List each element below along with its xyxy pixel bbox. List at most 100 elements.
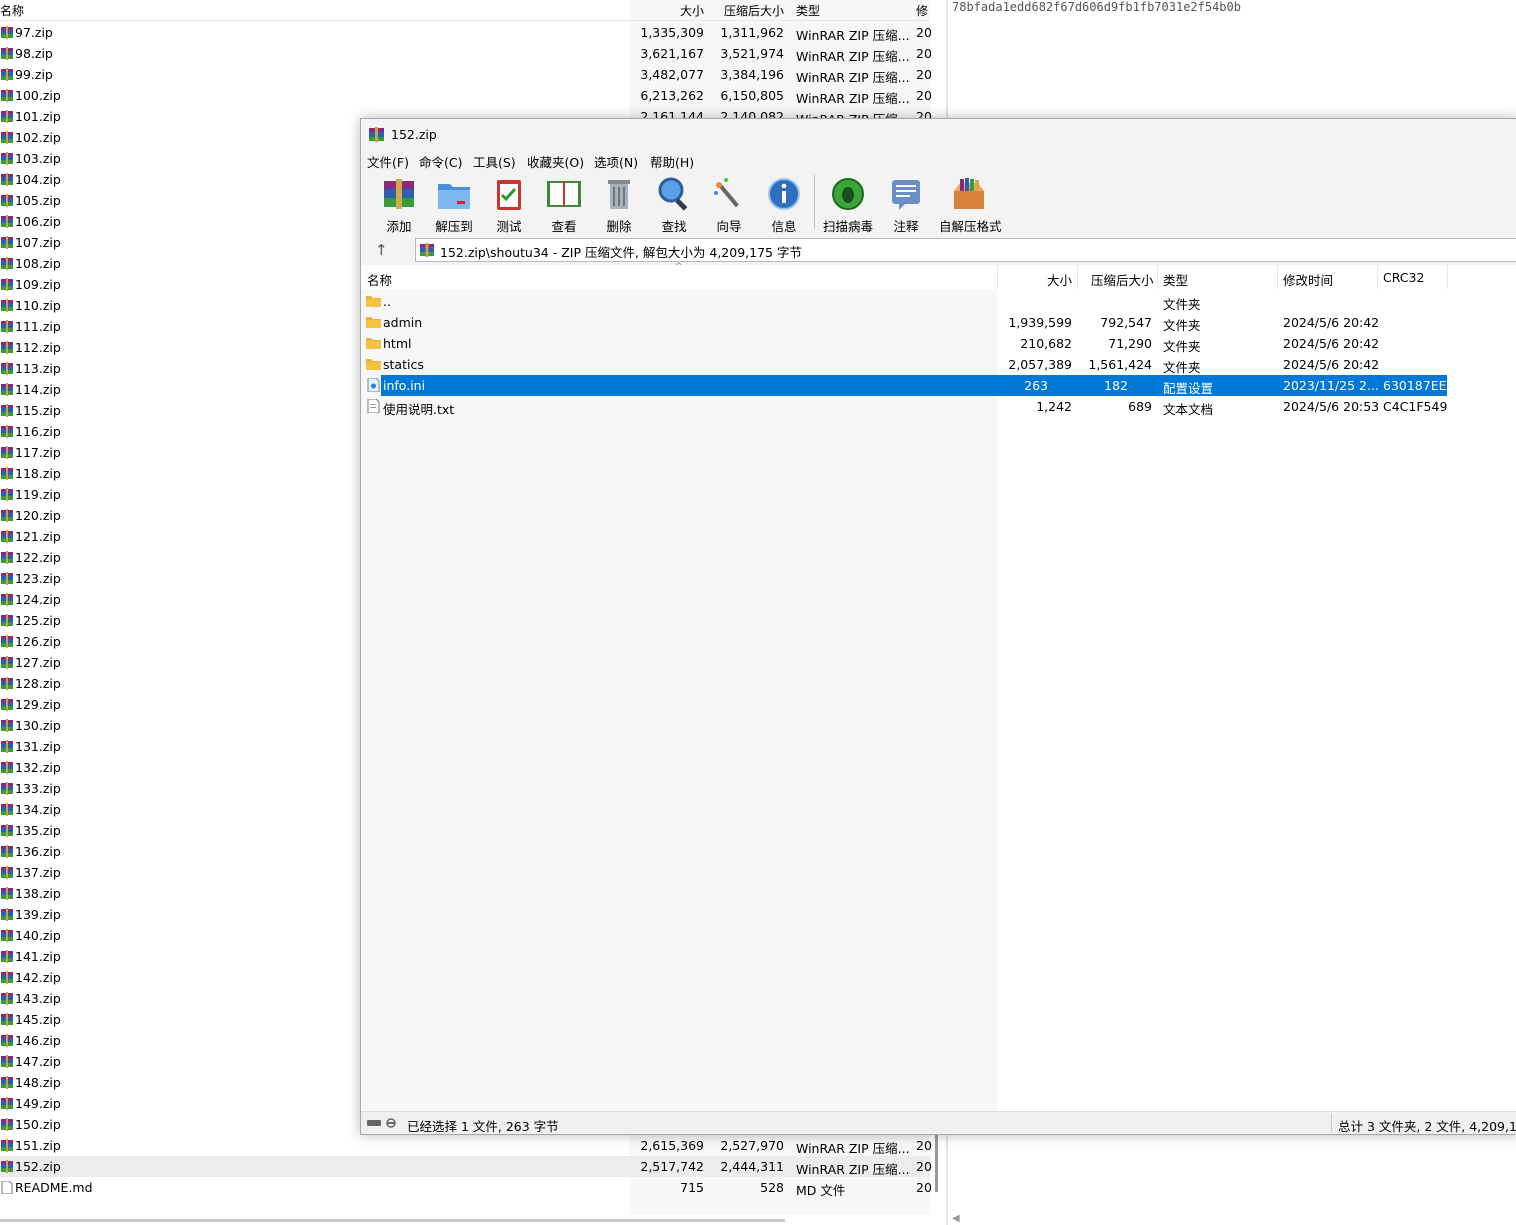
background-file-modified: 20 bbox=[916, 25, 932, 40]
background-file-packed: 528 bbox=[760, 1180, 784, 1195]
file-packed-size: 71,290 bbox=[1108, 336, 1152, 351]
sort-ascending-icon: ^ bbox=[675, 262, 683, 272]
winrar-archive-icon bbox=[1, 572, 13, 585]
table-row[interactable]: html 210,682 71,290 文件夹 2024/5/6 20:42 bbox=[361, 333, 1449, 354]
scroll-left-arrow-icon[interactable]: ◀ bbox=[952, 1213, 960, 1224]
test-label: 测试 bbox=[496, 219, 522, 234]
col-modified[interactable]: 修改时间 bbox=[1283, 270, 1333, 289]
winrar-archive-icon bbox=[1, 509, 13, 522]
background-file-name: 97.zip bbox=[15, 25, 53, 40]
background-file-name: 123.zip bbox=[15, 571, 61, 586]
file-packed-size: 182 bbox=[1104, 378, 1128, 393]
view-button[interactable]: 查看 bbox=[534, 173, 594, 234]
background-file-name: 107.zip bbox=[15, 235, 61, 250]
background-file-name: 125.zip bbox=[15, 613, 61, 628]
delete-button[interactable]: 删除 bbox=[589, 173, 649, 234]
file-crc32: C4C1F549 bbox=[1383, 399, 1448, 414]
background-file-name: 150.zip bbox=[15, 1117, 61, 1132]
winrar-archive-icon bbox=[1, 278, 13, 291]
background-file-name: 104.zip bbox=[15, 172, 61, 187]
background-file-name: 136.zip bbox=[15, 844, 61, 859]
sfx-label: 自解压格式 bbox=[939, 219, 1002, 234]
find-button[interactable]: 查找 bbox=[644, 173, 704, 234]
background-row[interactable]: 98.zip 3,621,167 3,521,974 WinRAR ZIP 压缩...… bbox=[0, 43, 932, 64]
table-row[interactable]: statics 2,057,389 1,561,424 文件夹 2024/5/6 20:… bbox=[361, 354, 1449, 375]
background-file-name: 115.zip bbox=[15, 403, 61, 418]
extract-button[interactable]: 解压到 bbox=[424, 173, 484, 234]
address-bar: ↑ 152.zip\shoutu34 - ZIP 压缩文件, 解包大小为 4,2… bbox=[361, 235, 1516, 265]
col-size[interactable]: 大小 bbox=[1047, 270, 1072, 289]
bg-col-type[interactable]: 类型 bbox=[796, 2, 820, 19]
background-file-name: 127.zip bbox=[15, 655, 61, 670]
file-modified: 2024/5/6 20:42 bbox=[1283, 336, 1380, 351]
table-row[interactable]: admin 1,939,599 792,547 文件夹 2024/5/6 20:42 bbox=[361, 312, 1449, 333]
background-row[interactable]: 99.zip 3,482,077 3,384,196 WinRAR ZIP 压缩...… bbox=[0, 64, 932, 85]
winrar-archive-icon bbox=[1, 824, 13, 837]
background-row[interactable]: 152.zip 2,517,742 2,444,311 WinRAR ZIP 压缩..… bbox=[0, 1156, 932, 1177]
sfx-button[interactable]: 自解压格式 bbox=[939, 173, 1002, 234]
background-file-name: 130.zip bbox=[15, 718, 61, 733]
background-file-name: 113.zip bbox=[15, 361, 61, 376]
background-row[interactable]: README.md 715 528 MD 文件 20 bbox=[0, 1177, 932, 1198]
background-file-packed: 1,311,962 bbox=[720, 25, 784, 40]
add-label: 添加 bbox=[386, 219, 412, 234]
winrar-archive-icon bbox=[1, 593, 13, 606]
background-file-name: 142.zip bbox=[15, 970, 61, 985]
bg-col-modified[interactable]: 修 bbox=[916, 2, 928, 19]
background-vertical-scrollbar[interactable] bbox=[935, 1130, 938, 1192]
background-file-name: 147.zip bbox=[15, 1054, 61, 1069]
background-file-name: 117.zip bbox=[15, 445, 61, 460]
folder-icon bbox=[366, 338, 381, 349]
background-row[interactable]: 151.zip 2,615,369 2,527,970 WinRAR ZIP 压缩..… bbox=[0, 1135, 932, 1156]
table-row[interactable]: info.ini 263 182 配置设置 2023/11/25 2... 630187E… bbox=[367, 375, 1447, 396]
col-name[interactable]: 名称 bbox=[367, 270, 392, 289]
background-file-name: 102.zip bbox=[15, 130, 61, 145]
delete-trash-icon bbox=[608, 180, 630, 209]
up-arrow-icon[interactable]: ↑ bbox=[375, 241, 388, 259]
background-file-modified: 20 bbox=[916, 1180, 932, 1195]
bg-col-packed[interactable]: 压缩后大小 bbox=[724, 2, 784, 19]
view-label: 查看 bbox=[551, 219, 577, 234]
background-file-name: 110.zip bbox=[15, 298, 61, 313]
winrar-archive-icon bbox=[1, 257, 13, 270]
col-crc32[interactable]: CRC32 bbox=[1383, 270, 1424, 285]
background-file-modified: 20 bbox=[916, 46, 932, 61]
header-divider bbox=[1377, 265, 1378, 289]
wizard-button[interactable]: 向导 bbox=[699, 173, 759, 234]
file-list: .. 文件夹 admin 1,939,599 792,547 文件夹 2024/5/6 20… bbox=[361, 289, 1516, 1111]
file-name: statics bbox=[383, 357, 424, 372]
background-row[interactable]: 97.zip 1,335,309 1,311,962 WinRAR ZIP 压缩...… bbox=[0, 22, 932, 43]
add-button[interactable]: 添加 bbox=[369, 173, 429, 234]
background-horizontal-scrollbar[interactable] bbox=[0, 1219, 785, 1222]
winrar-archive-icon bbox=[1, 362, 13, 375]
test-button[interactable]: 测试 bbox=[479, 173, 539, 234]
background-file-type: MD 文件 bbox=[796, 1183, 846, 1198]
table-row[interactable]: 使用说明.txt 1,242 689 文本文档 2024/5/6 20:53 C4C1F5… bbox=[361, 396, 1449, 417]
winrar-archive-icon bbox=[1, 488, 13, 501]
background-file-name: 124.zip bbox=[15, 592, 61, 607]
address-field[interactable]: 152.zip\shoutu34 - ZIP 压缩文件, 解包大小为 4,209… bbox=[415, 238, 1516, 262]
comment-button[interactable]: 注释 bbox=[876, 173, 936, 234]
status-divider bbox=[1331, 1114, 1332, 1132]
background-row[interactable]: 100.zip 6,213,262 6,150,805 WinRAR ZIP 压缩..… bbox=[0, 85, 932, 106]
scan-virus-button[interactable]: 扫描病毒 bbox=[818, 173, 878, 234]
file-name: 使用说明.txt bbox=[383, 402, 455, 417]
table-row[interactable]: .. 文件夹 bbox=[361, 291, 1449, 312]
bg-col-size[interactable]: 大小 bbox=[680, 2, 704, 19]
info-button[interactable]: 信息 bbox=[754, 173, 814, 234]
archive-icon bbox=[420, 243, 434, 257]
title-bar[interactable]: 152.zip bbox=[361, 119, 1516, 149]
background-file-name: 108.zip bbox=[15, 256, 61, 271]
winrar-archive-icon bbox=[1, 173, 13, 186]
background-file-name: 128.zip bbox=[15, 676, 61, 691]
background-file-type: WinRAR ZIP 压缩... bbox=[796, 1162, 910, 1177]
winrar-archive-icon bbox=[1, 341, 13, 354]
background-file-modified: 20 bbox=[916, 1159, 932, 1174]
col-packed[interactable]: 压缩后大小 bbox=[1091, 270, 1154, 289]
menu-bar: 文件(F) 命令(C) 工具(S) 收藏夹(O) 选项(N) 帮助(H) bbox=[361, 149, 1516, 170]
wizard-label: 向导 bbox=[716, 219, 742, 234]
winrar-archive-icon bbox=[1, 803, 13, 816]
bg-col-name[interactable]: 名称 bbox=[0, 2, 24, 19]
background-file-name: 111.zip bbox=[15, 319, 61, 334]
col-type[interactable]: 类型 bbox=[1163, 270, 1188, 289]
